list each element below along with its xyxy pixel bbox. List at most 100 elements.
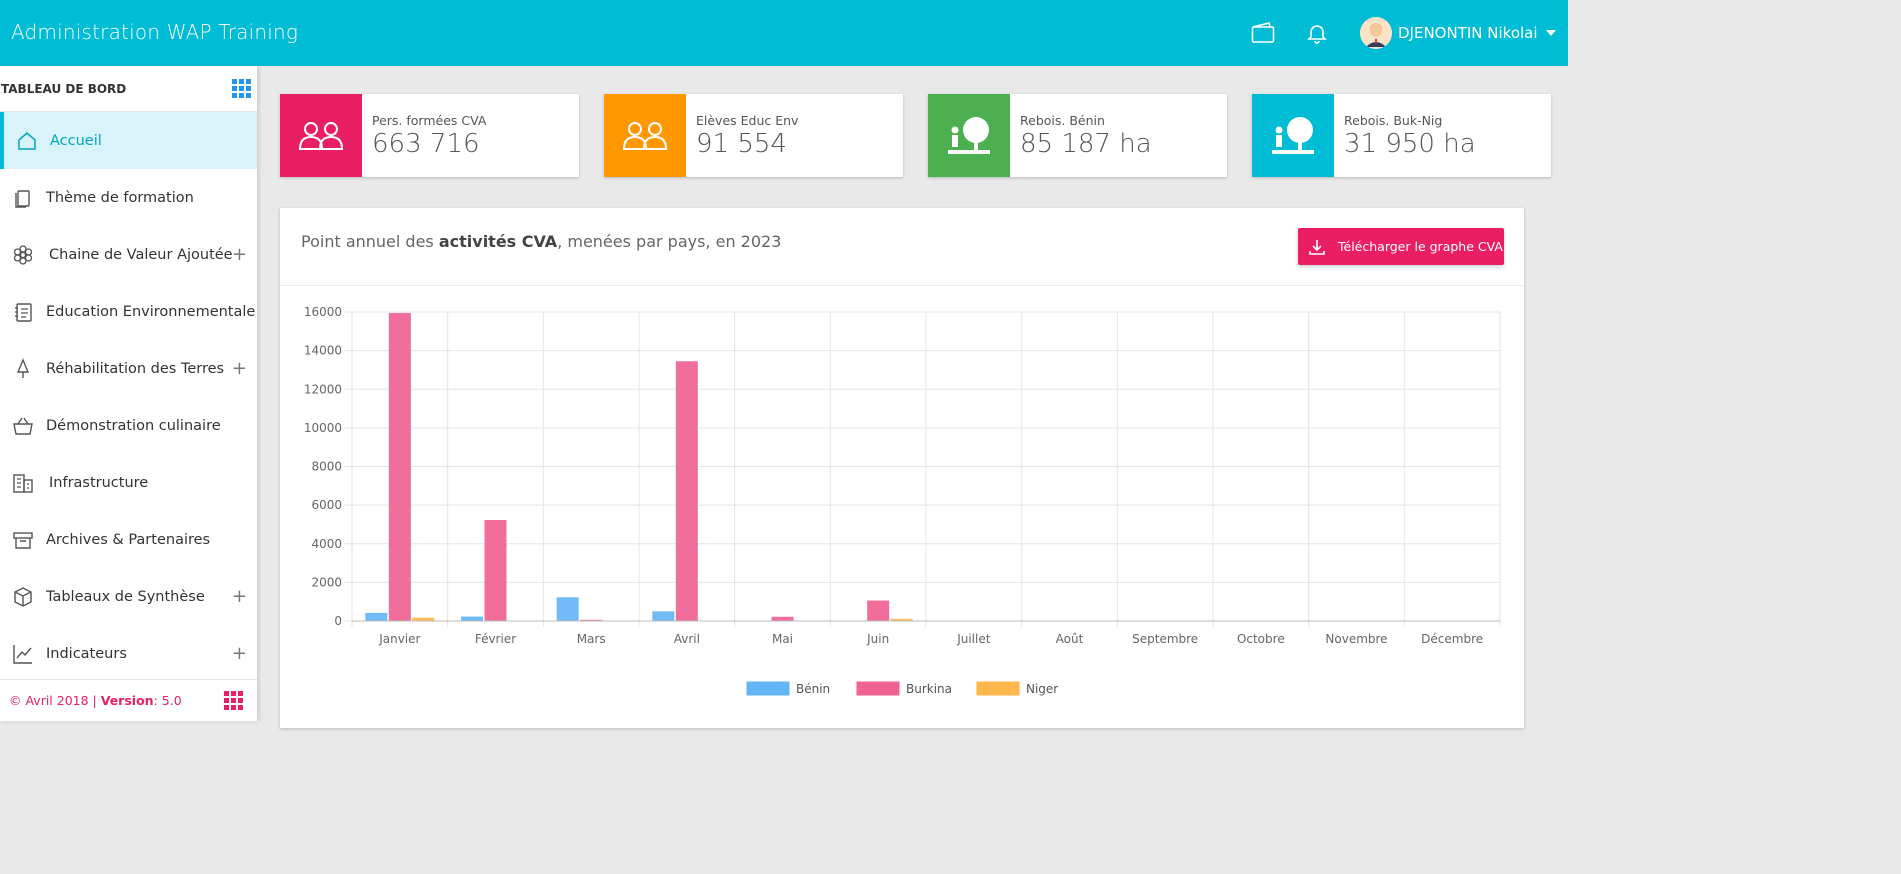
bar — [867, 600, 890, 621]
y-tick-label: 0 — [334, 614, 342, 628]
person-tree-icon — [928, 94, 1010, 177]
sidebar-item-education-env[interactable]: Education Environnementale — [0, 283, 257, 340]
tree-icon — [12, 357, 34, 380]
sidebar-item-label: Archives & Partenaires — [46, 531, 211, 548]
sidebar-header: TABLEAU DE BORD — [0, 66, 257, 112]
caret-down-icon[interactable] — [1545, 30, 1556, 36]
stat-value: 85 187 ha — [1020, 129, 1152, 159]
x-tick-label: Juin — [866, 632, 889, 646]
x-tick-label: Février — [475, 632, 516, 646]
legend-label: Burkina — [906, 682, 952, 696]
x-tick-label: Septembre — [1132, 632, 1198, 646]
sidebar-title: TABLEAU DE BORD — [1, 81, 127, 96]
apps-grid-icon[interactable] — [232, 79, 251, 98]
expand-icon[interactable]: + — [232, 586, 247, 607]
legend-label: Niger — [1026, 682, 1058, 696]
bar — [556, 597, 579, 621]
sidebar-item-indicateurs[interactable]: Indicateurs + — [0, 625, 257, 682]
person-tree-icon — [1252, 94, 1334, 177]
y-tick-label: 10000 — [304, 421, 342, 435]
stat-card-eleves[interactable]: Elèves Educ Env 91 554 — [604, 94, 903, 177]
expand-icon[interactable]: + — [232, 244, 247, 265]
expand-icon[interactable]: + — [232, 358, 247, 379]
sidebar-item-label: Infrastructure — [49, 474, 149, 491]
avatar — [1360, 17, 1392, 49]
sidebar-item-label: Tableaux de Synthèse — [46, 588, 205, 605]
x-tick-label: Avril — [674, 632, 700, 646]
bar — [675, 361, 698, 621]
sidebar-item-label: Réhabilitation des Terres — [46, 360, 225, 377]
sidebar-item-label: Accueil — [50, 132, 102, 149]
sidebar-menu: Accueil Thème de formation Chaine de Val… — [0, 112, 257, 682]
bar — [461, 616, 483, 621]
bar — [652, 611, 675, 621]
copyright-text: © Avril 2018 | — [9, 693, 101, 708]
bar — [484, 519, 507, 621]
chart-panel: Point annuel des activités CVA, menées p… — [280, 208, 1524, 728]
version-label: Version — [100, 693, 154, 708]
x-tick-label: Août — [1056, 632, 1084, 646]
sidebar-item-archives[interactable]: Archives & Partenaires — [0, 511, 257, 568]
people-icon — [280, 94, 362, 177]
home-icon — [16, 130, 38, 152]
flower-icon — [12, 244, 34, 266]
stat-card-rebois-buk-nig[interactable]: Rebois. Buk-Nig 31 950 ha — [1252, 94, 1551, 177]
sidebar-item-accueil[interactable]: Accueil — [0, 112, 257, 169]
bar-chart: 0 2000 4000 6000 8000 10000 12000 14000 16000 Jan… — [304, 305, 1501, 696]
basket-icon — [12, 415, 34, 437]
stat-card-pers-formees[interactable]: Pers. formées CVA 663 716 — [280, 94, 579, 177]
legend-swatch — [976, 681, 1020, 696]
x-tick-label: Juillet — [956, 632, 991, 646]
stat-label: Rebois. Bénin — [1020, 113, 1105, 128]
user-menu[interactable]: DJENONTIN Nikolai — [1360, 16, 1556, 50]
y-tick-label: 2000 — [311, 575, 342, 589]
notes-icon — [12, 301, 34, 323]
sidebar-footer: © Avril 2018 | Version: 5.0 — [0, 679, 257, 721]
y-tick-label: 8000 — [311, 460, 342, 474]
sidebar: TABLEAU DE BORD Accueil Thème de formati… — [0, 66, 257, 721]
legend-swatch — [856, 681, 900, 696]
sidebar-item-infrastructure[interactable]: Infrastructure — [0, 454, 257, 511]
bar — [388, 312, 411, 621]
x-tick-label: Novembre — [1325, 632, 1387, 646]
bell-icon[interactable] — [1306, 22, 1330, 44]
stat-value: 91 554 — [696, 129, 787, 159]
app-title[interactable]: Administration WAP Training — [11, 20, 298, 44]
apps-grid-icon[interactable] — [224, 691, 243, 710]
stat-label: Rebois. Buk-Nig — [1344, 113, 1443, 128]
y-tick-label: 14000 — [304, 344, 342, 358]
y-tick-label: 16000 — [304, 305, 342, 319]
trend-chart-icon — [12, 643, 34, 665]
people-icon — [604, 94, 686, 177]
sidebar-item-theme-formation[interactable]: Thème de formation — [0, 169, 257, 226]
bar — [771, 616, 794, 621]
version-value: : 5.0 — [153, 693, 182, 708]
top-bar: Administration WAP Training DJENONTIN Ni… — [0, 0, 1568, 66]
y-tick-label: 6000 — [311, 498, 342, 512]
x-tick-label: Mars — [577, 632, 606, 646]
stat-card-rebois-benin[interactable]: Rebois. Bénin 85 187 ha — [928, 94, 1227, 177]
expand-icon[interactable]: + — [232, 643, 247, 664]
y-tick-label: 4000 — [311, 537, 342, 551]
x-tick-label: Mai — [772, 632, 793, 646]
archive-icon — [12, 529, 34, 551]
stat-value: 31 950 ha — [1344, 129, 1476, 159]
user-name: DJENONTIN Nikolai — [1398, 24, 1538, 42]
sidebar-item-rehabilitation[interactable]: Réhabilitation des Terres + — [0, 340, 257, 397]
stat-value: 663 716 — [372, 129, 480, 159]
sidebar-item-label: Education Environnementale — [46, 303, 256, 320]
building-icon — [12, 472, 34, 494]
sidebar-item-label: Thème de formation — [46, 189, 194, 206]
sidebar-item-label: Chaine de Valeur Ajoutée — [49, 246, 233, 263]
legend-label: Bénin — [796, 682, 830, 696]
version-info: © Avril 2018 | Version: 5.0 — [9, 693, 182, 708]
sidebar-item-demonstration[interactable]: Démonstration culinaire — [0, 397, 257, 454]
wallet-icon[interactable] — [1251, 22, 1275, 44]
sidebar-item-chaine-valeur[interactable]: Chaine de Valeur Ajoutée + — [0, 226, 257, 283]
y-tick-label: 12000 — [304, 382, 342, 396]
stat-label: Pers. formées CVA — [372, 113, 487, 128]
legend-swatch — [746, 681, 790, 696]
sidebar-item-label: Indicateurs — [46, 645, 127, 662]
sidebar-item-label: Démonstration culinaire — [46, 417, 221, 434]
sidebar-item-tableaux-synthese[interactable]: Tableaux de Synthèse + — [0, 568, 257, 625]
